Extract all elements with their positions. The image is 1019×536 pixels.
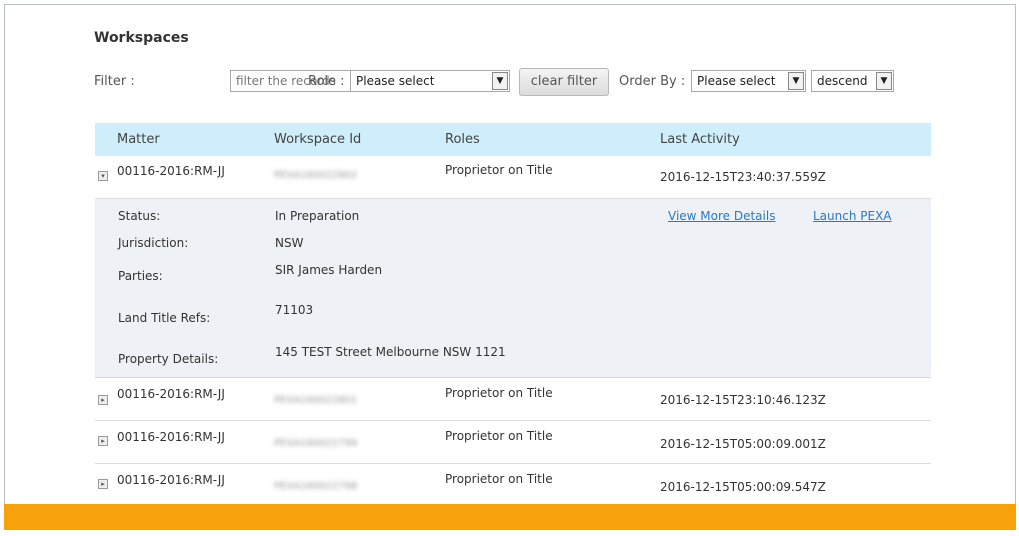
property-details-value: 145 TEST Street Melbourne NSW 1121 — [275, 345, 506, 359]
filter-label: Filter : — [94, 74, 135, 89]
status-label: Status: — [118, 209, 161, 223]
table-row[interactable]: ▸ 00116-2016:RM-JJ PEXA160022798 Proprie… — [95, 464, 931, 507]
table-header: Matter Workspace Id Roles Last Activity — [95, 123, 931, 156]
row-details-panel: Status: In Preparation View More Details… — [95, 199, 931, 378]
launch-pexa-link[interactable]: Launch PEXA — [813, 209, 892, 223]
matter-cell: 00116-2016:RM-JJ — [117, 473, 225, 487]
matter-cell: 00116-2016:RM-JJ — [117, 164, 225, 178]
chevron-down-icon: ▼ — [492, 72, 508, 90]
role-cell: Proprietor on Title — [445, 386, 553, 400]
role-cell: Proprietor on Title — [445, 429, 553, 443]
jurisdiction-value: NSW — [275, 236, 304, 250]
table-row[interactable]: ▸ 00116-2016:RM-JJ PEXA160022799 Proprie… — [95, 421, 931, 464]
workspaces-table: Matter Workspace Id Roles Last Activity … — [95, 123, 931, 507]
order-by-label: Order By : — [619, 74, 686, 89]
matter-cell: 00116-2016:RM-JJ — [117, 387, 225, 401]
role-cell: Proprietor on Title — [445, 472, 553, 486]
workspace-id-cell: PEXA160022802 — [274, 170, 358, 181]
role-label: Role : — [308, 74, 345, 89]
chevron-down-icon: ▼ — [788, 72, 804, 90]
chevron-right-icon[interactable]: ▸ — [98, 436, 108, 446]
workspace-id-cell: PEXA160022799 — [274, 438, 358, 449]
last-activity-cell: 2016-12-15T23:40:37.559Z — [660, 170, 826, 184]
sort-direction-value: descend — [817, 74, 868, 88]
order-by-select[interactable]: Please select ▼ — [691, 70, 806, 92]
role-select[interactable]: Please select ▼ — [350, 70, 510, 92]
workspace-id-cell: PEXA160022801 — [274, 395, 358, 406]
chevron-down-icon: ▼ — [876, 72, 892, 90]
column-header-last-activity[interactable]: Last Activity — [660, 132, 740, 147]
footer-accent-bar — [4, 504, 1016, 530]
parties-label: Parties: — [118, 269, 163, 283]
parties-value: SIR James Harden — [275, 263, 383, 277]
role-select-value: Please select — [356, 74, 435, 88]
page-title: Workspaces — [94, 30, 189, 46]
land-title-refs-value: 71103 — [275, 303, 314, 317]
land-title-refs-label: Land Title Refs: — [118, 311, 211, 325]
workspaces-panel: Workspaces Filter : Role : Please select… — [4, 4, 1016, 507]
table-row[interactable]: ▾ 00116-2016:RM-JJ PEXA160022802 Proprie… — [95, 156, 931, 199]
property-details-label: Property Details: — [118, 352, 219, 366]
last-activity-cell: 2016-12-15T23:10:46.123Z — [660, 393, 826, 407]
view-more-details-link[interactable]: View More Details — [668, 209, 775, 223]
jurisdiction-label: Jurisdiction: — [118, 236, 189, 250]
status-value: In Preparation — [275, 209, 360, 223]
matter-cell: 00116-2016:RM-JJ — [117, 430, 225, 444]
sort-direction-select[interactable]: descend ▼ — [811, 70, 894, 92]
column-header-workspace-id[interactable]: Workspace Id — [274, 132, 361, 147]
role-cell: Proprietor on Title — [445, 163, 553, 177]
table-row[interactable]: ▸ 00116-2016:RM-JJ PEXA160022801 Proprie… — [95, 378, 931, 421]
filter-bar: Filter : Role : Please select ▼ clear fi… — [94, 68, 914, 98]
column-header-roles[interactable]: Roles — [445, 132, 480, 147]
workspace-id-cell: PEXA160022798 — [274, 481, 358, 492]
order-by-select-value: Please select — [697, 74, 776, 88]
last-activity-cell: 2016-12-15T05:00:09.001Z — [660, 437, 826, 451]
last-activity-cell: 2016-12-15T05:00:09.547Z — [660, 480, 826, 494]
clear-filter-button[interactable]: clear filter — [519, 68, 609, 96]
column-header-matter[interactable]: Matter — [117, 132, 160, 147]
chevron-down-icon[interactable]: ▾ — [98, 171, 108, 181]
chevron-right-icon[interactable]: ▸ — [98, 395, 108, 405]
chevron-right-icon[interactable]: ▸ — [98, 479, 108, 489]
